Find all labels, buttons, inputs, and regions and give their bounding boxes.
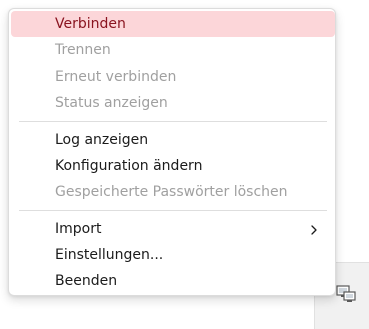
menu-item-status-anzeigen: Status anzeigen <box>11 90 335 116</box>
network-computer-icon[interactable] <box>335 283 357 305</box>
menu-item-log-anzeigen[interactable]: Log anzeigen <box>11 127 335 153</box>
menu-item-einstellungen[interactable]: Einstellungen... <box>11 242 335 268</box>
menu-separator <box>19 121 327 122</box>
menu-item-trennen: Trennen <box>11 37 335 63</box>
menu-item-label: Erneut verbinden <box>55 69 177 85</box>
context-menu: Verbinden Trennen Erneut verbinden Statu… <box>8 8 336 296</box>
menu-item-erneut-verbinden: Erneut verbinden <box>11 64 335 90</box>
menu-item-label: Beenden <box>55 273 118 289</box>
menu-item-verbinden[interactable]: Verbinden <box>11 11 335 37</box>
menu-item-label: Trennen <box>55 42 111 58</box>
menu-item-label: Konfiguration ändern <box>55 158 203 174</box>
menu-item-label: Import <box>55 221 102 237</box>
menu-item-import[interactable]: Import <box>11 216 335 242</box>
menu-item-label: Log anzeigen <box>55 132 149 148</box>
chevron-right-icon <box>307 222 321 236</box>
menu-item-label: Gespeicherte Passwörter löschen <box>55 184 288 200</box>
menu-item-beenden[interactable]: Beenden <box>11 268 335 294</box>
menu-item-konfiguration-aendern[interactable]: Konfiguration ändern <box>11 153 335 179</box>
menu-separator <box>19 210 327 211</box>
menu-item-passwoerter-loeschen: Gespeicherte Passwörter löschen <box>11 179 335 205</box>
menu-item-label: Verbinden <box>55 16 126 32</box>
menu-item-label: Status anzeigen <box>55 95 168 111</box>
menu-item-label: Einstellungen... <box>55 247 164 263</box>
